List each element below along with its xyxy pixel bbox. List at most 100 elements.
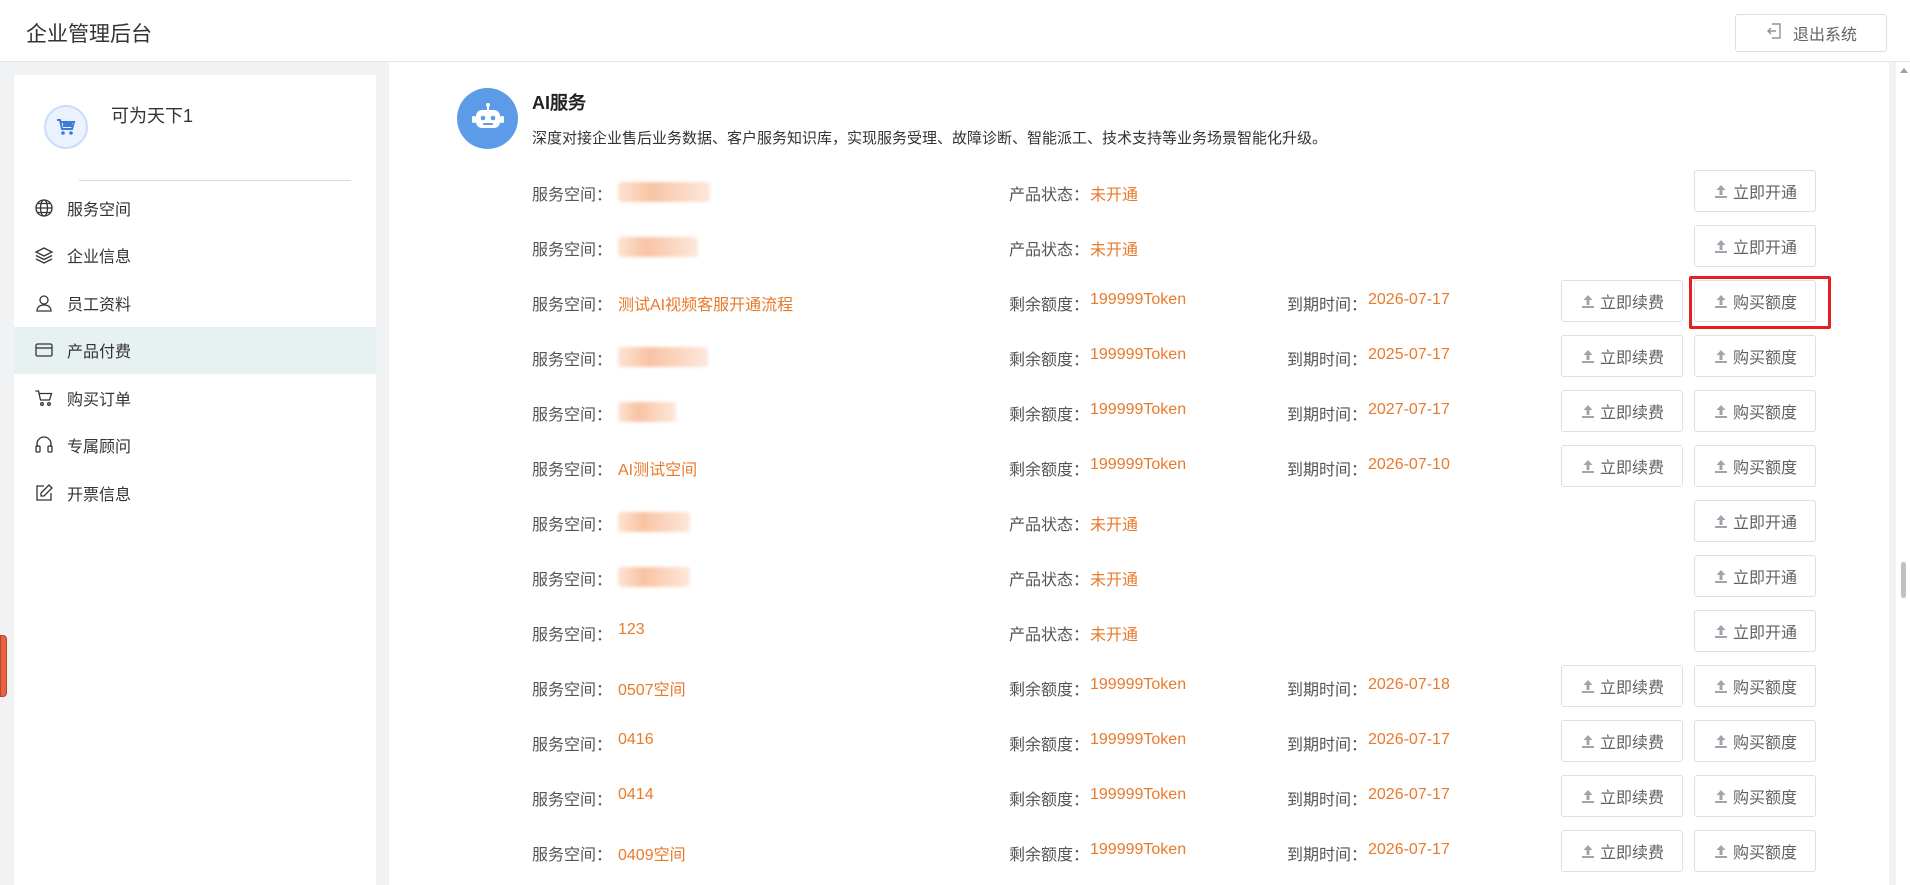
expiry-label: 到期时间：	[1287, 462, 1368, 479]
sidebar-item-5[interactable]: 专属顾问	[14, 422, 376, 470]
buy-quota-button[interactable]: 购买额度	[1694, 775, 1816, 817]
expiry-value: 2026-07-17	[1368, 786, 1450, 803]
sidebar-item-2[interactable]: 员工资料	[14, 279, 376, 327]
side-drawer-tab[interactable]	[0, 635, 7, 697]
renew-button[interactable]: 立即续费	[1561, 445, 1683, 487]
activate-button[interactable]: 立即开通	[1694, 170, 1816, 212]
card-icon	[34, 340, 67, 360]
layers-icon	[34, 245, 67, 265]
buy-quota-button[interactable]: 购买额度	[1694, 280, 1816, 322]
status-value: 未开通	[1090, 572, 1139, 589]
space-name: 测试AI视频客服开通流程	[618, 297, 794, 314]
buy-quota-button[interactable]: 购买额度	[1694, 445, 1816, 487]
sidebar-item-0[interactable]: 服务空间	[14, 184, 376, 232]
upload-icon	[1714, 625, 1727, 638]
table-row: 服务空间： 测试AI视频客服开通流程 剩余额度： 199999Token 到期时间： 20…	[532, 280, 1832, 324]
sidebar-item-label: 产品付费	[67, 344, 132, 362]
buy-quota-button[interactable]: 购买额度	[1694, 830, 1816, 872]
button-label: 购买额度	[1732, 460, 1797, 477]
renew-button[interactable]: 立即续费	[1561, 665, 1683, 707]
sidebar-item-3[interactable]: 产品付费	[14, 326, 376, 374]
upload-icon	[1713, 348, 1729, 364]
activate-button[interactable]: 立即开通	[1694, 225, 1816, 267]
button-label: 立即续费	[1599, 845, 1664, 862]
status-value: 未开通	[1090, 627, 1139, 644]
renew-button[interactable]: 立即续费	[1561, 775, 1683, 817]
button-label: 立即续费	[1599, 350, 1664, 367]
redacted-space-name	[618, 512, 690, 532]
expiry-label: 到期时间：	[1287, 792, 1368, 809]
upload-icon	[1714, 845, 1727, 858]
logout-button[interactable]: 退出系统	[1735, 14, 1887, 52]
activate-button[interactable]: 立即开通	[1694, 555, 1816, 597]
upload-icon	[1714, 515, 1727, 528]
upload-icon	[1580, 788, 1596, 804]
table-row: 服务空间： 产品状态： 未开通 立即开通	[532, 225, 1832, 269]
upload-icon	[1581, 735, 1594, 748]
upload-icon	[1581, 405, 1594, 418]
buy-quota-button[interactable]: 购买额度	[1694, 335, 1816, 377]
buy-quota-button[interactable]: 购买额度	[1694, 720, 1816, 762]
profile-divider	[79, 180, 351, 181]
button-label: 购买额度	[1732, 790, 1797, 807]
space-label: 服务空间：	[532, 242, 613, 259]
button-label: 立即开通	[1732, 185, 1797, 202]
expiry-label: 到期时间：	[1287, 682, 1368, 699]
vertical-scrollbar[interactable]	[1896, 62, 1910, 885]
sidebar-item-1[interactable]: 企业信息	[14, 232, 376, 280]
space-label: 服务空间：	[532, 462, 613, 479]
button-label: 购买额度	[1732, 350, 1797, 367]
button-label: 立即开通	[1732, 240, 1797, 257]
space-name: 0414	[618, 786, 654, 803]
upload-icon	[1713, 788, 1729, 804]
expiry-label: 到期时间：	[1287, 352, 1368, 369]
button-label: 立即续费	[1599, 460, 1664, 477]
quota-value: 199999Token	[1090, 731, 1187, 748]
table-row: 服务空间： 0409空间 剩余额度： 199999Token 到期时间： 2026-07-…	[532, 830, 1832, 874]
sidebar-item-label: 购买订单	[67, 391, 132, 409]
upload-icon	[1713, 458, 1729, 474]
user-icon	[34, 293, 67, 313]
renew-button[interactable]: 立即续费	[1561, 280, 1683, 322]
company-name: 可为天下1	[111, 106, 194, 126]
renew-button[interactable]: 立即续费	[1561, 830, 1683, 872]
upload-icon	[1713, 623, 1729, 639]
sidebar-menu: 服务空间企业信息员工资料产品付费购买订单专属顾问 开票信息	[14, 184, 376, 517]
upload-icon	[1580, 733, 1596, 749]
button-label: 立即续费	[1599, 735, 1664, 752]
button-label: 立即续费	[1599, 790, 1664, 807]
upload-icon	[1581, 680, 1594, 693]
buy-quota-button[interactable]: 购买额度	[1694, 390, 1816, 432]
scroll-up-arrow[interactable]	[1900, 68, 1908, 73]
upload-icon	[1714, 680, 1727, 693]
quota-value: 199999Token	[1090, 401, 1187, 418]
table-row: 服务空间： 0414 剩余额度： 199999Token 到期时间： 2026-07-17…	[532, 775, 1832, 819]
headset-icon	[34, 435, 67, 455]
sidebar-item-label: 服务空间	[67, 201, 132, 219]
status-value: 未开通	[1090, 242, 1139, 259]
buy-quota-button[interactable]: 购买额度	[1694, 665, 1816, 707]
quota-value: 199999Token	[1090, 291, 1187, 308]
renew-button[interactable]: 立即续费	[1561, 390, 1683, 432]
activate-button[interactable]: 立即开通	[1694, 610, 1816, 652]
sidebar-item-label: 企业信息	[67, 249, 132, 267]
button-label: 购买额度	[1732, 295, 1797, 312]
table-row: 服务空间： 剩余额度： 199999Token 到期时间： 2025-07-17 立即续费…	[532, 335, 1832, 379]
space-name: AI测试空间	[618, 462, 698, 479]
activate-button[interactable]: 立即开通	[1694, 500, 1816, 542]
scroll-thumb[interactable]	[1901, 562, 1906, 598]
sidebar-item-6[interactable]: 开票信息	[14, 469, 376, 517]
renew-button[interactable]: 立即续费	[1561, 335, 1683, 377]
button-label: 购买额度	[1732, 405, 1797, 422]
expiry-label: 到期时间：	[1287, 737, 1368, 754]
logout-label: 退出系统	[1792, 27, 1857, 44]
sidebar-item-4[interactable]: 购买订单	[14, 374, 376, 422]
upload-icon	[1714, 570, 1727, 583]
space-label: 服务空间：	[532, 737, 613, 754]
renew-button[interactable]: 立即续费	[1561, 720, 1683, 762]
expiry-value: 2026-07-10	[1368, 456, 1450, 473]
space-label: 服务空间：	[532, 352, 613, 369]
upload-icon	[1580, 403, 1596, 419]
sidebar-item-label: 员工资料	[67, 296, 132, 314]
upload-icon	[1714, 735, 1727, 748]
